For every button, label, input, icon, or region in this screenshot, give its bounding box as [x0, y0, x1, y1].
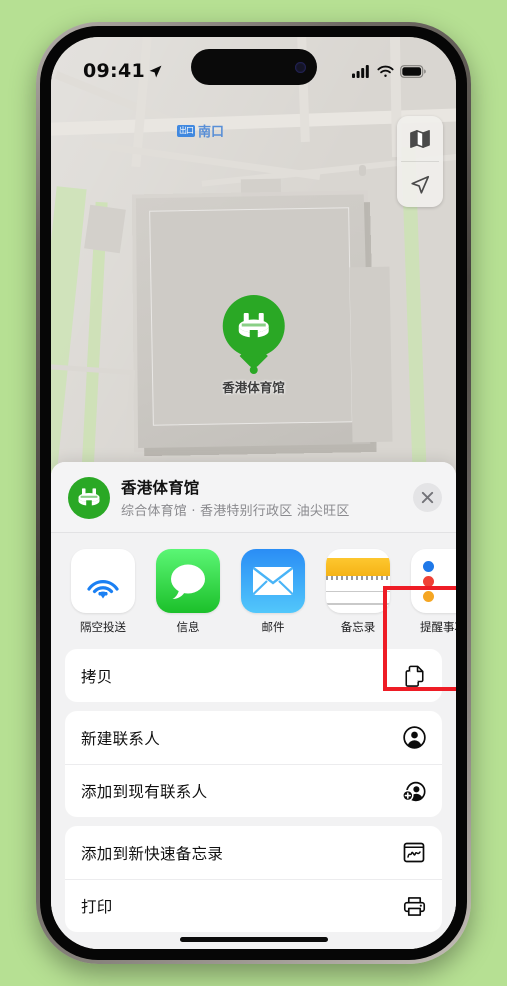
- front-camera-icon: [294, 61, 306, 73]
- share-app-reminders[interactable]: 提醒事项: [411, 549, 456, 635]
- action-group: 新建联系人 添加到现有联系人: [65, 711, 442, 817]
- home-indicator[interactable]: [179, 937, 328, 942]
- action-row-print[interactable]: 打印: [65, 879, 442, 932]
- phone-frame: 出口 南口 香港体育馆 09:41 香港体育馆 综合体育馆 · 香港特别行政区 …: [36, 22, 471, 964]
- action-label: 添加到现有联系人: [81, 783, 208, 801]
- map-poi-pin[interactable]: 香港体育馆: [222, 295, 285, 396]
- stadium-pin-icon: [222, 295, 285, 357]
- share-app-messages[interactable]: 信息: [156, 549, 220, 635]
- action-label: 打印: [81, 898, 113, 916]
- status-bar-right: [352, 64, 426, 78]
- share-app-row[interactable]: 隔空投送 信息 邮件 备忘录 提醒事: [51, 533, 456, 645]
- action-group: 拷贝: [65, 649, 442, 702]
- map-controls: [397, 116, 443, 207]
- share-app-label: 提醒事项: [420, 620, 456, 634]
- notes-icon: [326, 549, 390, 613]
- map-marker-dot: [359, 165, 366, 176]
- share-app-label: 隔空投送: [80, 620, 126, 634]
- stadium-pin-icon: [68, 476, 110, 519]
- copy-icon: [402, 664, 426, 688]
- share-app-notes[interactable]: 备忘录: [326, 549, 390, 635]
- page-subtitle: 综合体育馆 · 香港特别行政区 油尖旺区: [121, 504, 350, 519]
- share-app-airdrop[interactable]: 隔空投送: [71, 549, 135, 635]
- share-sheet-title-block: 香港体育馆 综合体育馆 · 香港特别行政区 油尖旺区: [121, 476, 402, 519]
- action-row-copy[interactable]: 拷贝: [65, 649, 442, 702]
- messages-icon: [156, 549, 220, 613]
- action-label: 拷贝: [81, 667, 113, 686]
- exit-label-text: 南口: [198, 125, 225, 140]
- map-building: [84, 204, 126, 254]
- mail-icon: [241, 549, 305, 613]
- reminder-dot-blue: [423, 560, 434, 572]
- reminder-dot-red: [423, 575, 434, 587]
- action-group: 添加到新快速备忘录 打印: [65, 826, 442, 932]
- quick-note-icon: [402, 841, 426, 865]
- share-app-label: 备忘录: [340, 620, 376, 634]
- cellular-signal-icon: [352, 64, 369, 78]
- notes-rule-line: [326, 590, 390, 592]
- action-row-new-contact[interactable]: 新建联系人: [65, 711, 442, 764]
- share-sheet: 香港体育馆 综合体育馆 · 香港特别行政区 油尖旺区 隔空投送 信息 邮件 备忘…: [51, 462, 456, 949]
- reminder-dot-orange: [423, 590, 434, 602]
- person-add-icon: [402, 779, 426, 803]
- action-label: 添加到新快速备忘录: [81, 844, 224, 863]
- reminders-icon: [411, 549, 456, 613]
- notes-perforation: [326, 575, 390, 580]
- share-app-mail[interactable]: 邮件: [241, 549, 305, 635]
- status-bar-left: 09:41: [83, 60, 163, 82]
- phone-bezel: 出口 南口 香港体育馆 09:41 香港体育馆 综合体育馆 · 香港特别行政区 …: [40, 26, 467, 960]
- wifi-icon: [377, 65, 394, 77]
- action-row-add-existing-contact[interactable]: 添加到现有联系人: [65, 764, 442, 817]
- notes-rule-line: [326, 603, 390, 605]
- close-button[interactable]: [413, 483, 442, 512]
- current-location-button[interactable]: [397, 162, 443, 207]
- location-arrow-icon: [149, 65, 162, 77]
- map-building: [349, 266, 393, 443]
- airdrop-icon: [71, 549, 135, 613]
- printer-icon: [402, 894, 426, 918]
- status-time: 09:41: [83, 60, 145, 82]
- dynamic-island[interactable]: [190, 49, 317, 85]
- pin-anchor-dot: [249, 366, 258, 374]
- share-action-list: 拷贝 新建联系人 添加到现有联系人 添加到新快速备忘录 打印: [51, 645, 456, 932]
- phone-screen: 出口 南口 香港体育馆 09:41 香港体育馆 综合体育馆 · 香港特别行政区 …: [51, 37, 456, 949]
- map-layers-button[interactable]: [397, 116, 443, 161]
- exit-badge: 出口: [177, 124, 195, 137]
- share-sheet-header: 香港体育馆 综合体育馆 · 香港特别行政区 油尖旺区: [51, 462, 456, 533]
- person-circle-icon: [402, 726, 426, 750]
- notes-header-band: [326, 557, 390, 576]
- action-row-new-quick-note[interactable]: 添加到新快速备忘录: [65, 826, 442, 879]
- map-transit-exit-label[interactable]: 出口 南口: [177, 121, 224, 140]
- share-app-label: 邮件: [261, 620, 285, 634]
- battery-icon: [400, 64, 426, 78]
- action-label: 新建联系人: [81, 729, 161, 748]
- map-pin-label: 香港体育馆: [222, 380, 285, 395]
- share-app-label: 信息: [176, 620, 200, 634]
- close-icon: [421, 491, 434, 504]
- page-title: 香港体育馆: [121, 479, 200, 497]
